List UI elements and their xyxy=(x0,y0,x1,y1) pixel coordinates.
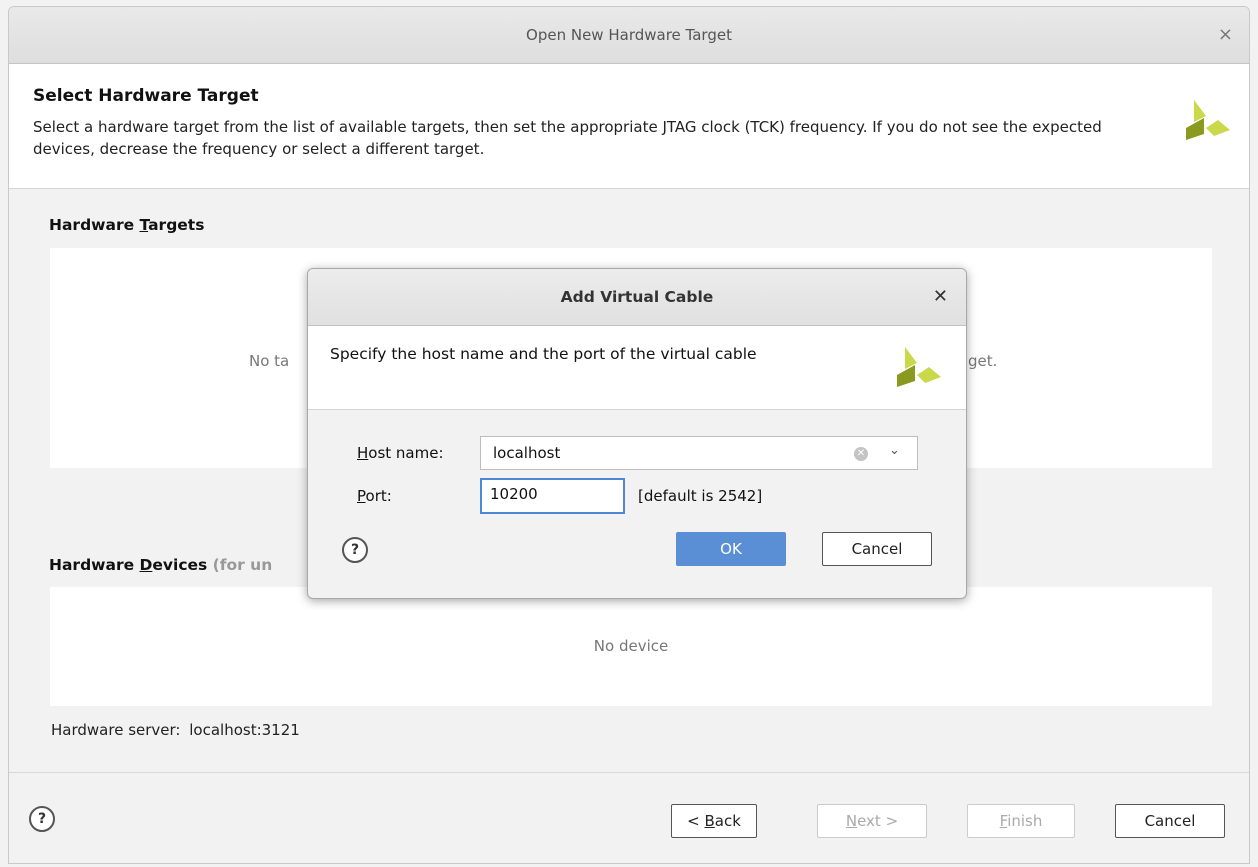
btn-text: ack xyxy=(714,812,741,830)
port-label: Port: xyxy=(357,487,392,505)
dialog-description: Specify the host name and the port of th… xyxy=(330,345,757,363)
host-name-value: localhost xyxy=(493,444,561,462)
wizard-header: Select Hardware Target Select a hardware… xyxy=(9,64,1249,189)
server-label: Hardware server: xyxy=(51,721,181,739)
page-description: Select a hardware target from the list o… xyxy=(33,118,1102,158)
dialog-cancel-button[interactable]: Cancel xyxy=(822,532,932,566)
label-text: Hardware xyxy=(49,216,140,234)
btn-text: inish xyxy=(1007,812,1043,830)
hardware-devices-list[interactable]: No device xyxy=(50,587,1212,706)
hardware-server-info: Hardware server: localhost:3121 xyxy=(51,721,300,739)
page-title: Select Hardware Target xyxy=(33,86,259,106)
host-name-combobox[interactable]: localhost ✕ ⌄ xyxy=(480,436,918,470)
label-mnemonic: P xyxy=(357,487,366,505)
next-button[interactable]: Next > xyxy=(817,804,927,838)
label-text: Hardware xyxy=(49,556,140,574)
cancel-button[interactable]: Cancel xyxy=(1115,804,1225,838)
xilinx-logo-icon xyxy=(897,347,941,387)
label-mnemonic: T xyxy=(139,216,149,234)
dialog-title: Add Virtual Cable xyxy=(560,288,714,306)
devices-empty-text: No device xyxy=(593,637,669,655)
dialog-header: Specify the host name and the port of th… xyxy=(308,326,966,410)
hardware-devices-label: Hardware Devices (for un xyxy=(49,556,272,574)
port-input[interactable]: 10200 xyxy=(480,478,625,514)
dialog-titlebar: Add Virtual Cable ✕ xyxy=(308,269,966,326)
btn-mnemonic: N xyxy=(845,812,858,830)
close-icon[interactable]: ✕ xyxy=(933,269,948,325)
help-icon[interactable]: ? xyxy=(342,537,368,563)
window-title: Open New Hardware Target xyxy=(526,26,732,44)
window-titlebar: Open New Hardware Target × xyxy=(9,7,1249,64)
host-name-label: Host name: xyxy=(357,444,444,462)
label-mnemonic: H xyxy=(357,444,369,462)
btn-text: < xyxy=(687,812,705,830)
label-text: ort: xyxy=(365,487,392,505)
close-icon[interactable]: × xyxy=(1218,7,1233,63)
finish-button[interactable]: Finish xyxy=(967,804,1075,838)
ok-button[interactable]: OK xyxy=(676,532,786,566)
server-value: localhost:3121 xyxy=(189,721,300,739)
btn-mnemonic: B xyxy=(704,812,715,830)
hardware-targets-label: Hardware Targets xyxy=(49,216,204,234)
label-text: argets xyxy=(148,216,205,234)
chevron-down-icon[interactable]: ⌄ xyxy=(889,443,900,458)
label-text: ost name: xyxy=(368,444,444,462)
add-virtual-cable-dialog: Add Virtual Cable ✕ Specify the host nam… xyxy=(307,268,967,599)
port-value: 10200 xyxy=(490,485,538,503)
targets-empty-text-right: get. xyxy=(968,352,998,370)
label-mnemonic: D xyxy=(139,556,153,574)
back-button[interactable]: < Back xyxy=(671,804,757,838)
help-icon[interactable]: ? xyxy=(29,806,55,832)
label-text: evices xyxy=(152,556,208,574)
xilinx-logo-icon xyxy=(1186,100,1230,140)
btn-text: ext > xyxy=(857,812,899,830)
port-default-hint: [default is 2542] xyxy=(638,487,763,505)
clear-icon[interactable]: ✕ xyxy=(854,447,868,461)
targets-empty-text-left: No ta xyxy=(249,352,290,370)
footer-divider xyxy=(9,772,1249,773)
label-suffix: (for un xyxy=(207,556,273,574)
